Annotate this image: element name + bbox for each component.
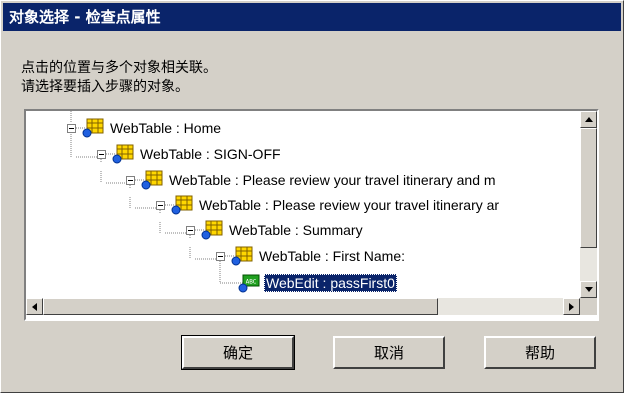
dialog-title: 对象选择 - 检查点属性 (3, 3, 621, 31)
vertical-scrollbar[interactable] (580, 111, 597, 298)
tree-node-label[interactable]: WebTable : Home (108, 119, 223, 137)
webtable-icon (201, 220, 223, 240)
scroll-up-button[interactable] (580, 111, 597, 128)
svg-text:ABC: ABC (246, 279, 257, 286)
webtable-icon (82, 118, 104, 138)
arrow-down-icon (584, 287, 593, 292)
object-tree[interactable]: WebTable : Home WebTable : SIGN-OFF WebT… (24, 109, 599, 321)
tree-node[interactable]: WebTable : Summary (186, 220, 365, 240)
tree-node-label[interactable]: WebTable : Summary (227, 221, 365, 239)
tree-view[interactable]: WebTable : Home WebTable : SIGN-OFF WebT… (26, 111, 580, 298)
arrow-up-icon (584, 117, 593, 122)
webtable-icon (141, 170, 163, 190)
horizontal-scroll-thumb[interactable] (43, 298, 438, 315)
collapse-toggle-icon[interactable] (97, 149, 106, 159)
horizontal-scrollbar[interactable] (26, 298, 580, 315)
collapse-toggle-icon[interactable] (126, 175, 135, 185)
scroll-down-button[interactable] (580, 281, 597, 298)
collapse-toggle-icon[interactable] (216, 251, 225, 261)
tree-node-selected[interactable]: ABC WebEdit : passFirst0 (232, 273, 397, 293)
tree-node-label[interactable]: WebTable : First Name: (257, 247, 407, 265)
tree-node-label[interactable]: WebTable : Please review your travel iti… (167, 171, 498, 189)
collapse-toggle-icon[interactable] (186, 225, 195, 235)
tree-node[interactable]: WebTable : Please review your travel iti… (156, 195, 501, 215)
webtable-icon (112, 144, 134, 164)
object-selection-dialog: 对象选择 - 检查点属性 点击的位置与多个对象相关联。 请选择要插入步骤的对象。 (0, 0, 624, 393)
tree-node-label[interactable]: WebTable : Please review your travel iti… (197, 196, 501, 214)
ok-button[interactable]: 确定 (181, 335, 295, 370)
tree-node-label[interactable]: WebEdit : passFirst0 (264, 274, 397, 292)
cancel-button[interactable]: 取消 (333, 336, 445, 369)
tree-node[interactable]: WebTable : First Name: (216, 246, 407, 266)
tree-node[interactable]: WebTable : SIGN-OFF (97, 144, 283, 164)
collapse-toggle-icon[interactable] (67, 123, 76, 133)
scrollbar-corner (580, 298, 597, 315)
tree-node[interactable]: WebTable : Home (67, 118, 223, 138)
scroll-left-button[interactable] (26, 298, 43, 315)
message-line-1: 点击的位置与多个对象相关联。 (21, 60, 217, 76)
vertical-scroll-thumb[interactable] (580, 128, 597, 248)
webtable-icon (171, 195, 193, 215)
webedit-icon: ABC (238, 273, 260, 293)
help-button[interactable]: 帮助 (484, 336, 596, 369)
tree-node[interactable]: WebTable : Please review your travel iti… (126, 170, 498, 190)
scroll-right-button[interactable] (563, 298, 580, 315)
arrow-left-icon (32, 302, 37, 311)
webtable-icon (231, 246, 253, 266)
collapse-toggle-icon[interactable] (156, 200, 165, 210)
arrow-right-icon (569, 302, 574, 311)
message-line-2: 请选择要插入步骤的对象。 (21, 79, 189, 95)
tree-node-label[interactable]: WebTable : SIGN-OFF (138, 145, 283, 163)
